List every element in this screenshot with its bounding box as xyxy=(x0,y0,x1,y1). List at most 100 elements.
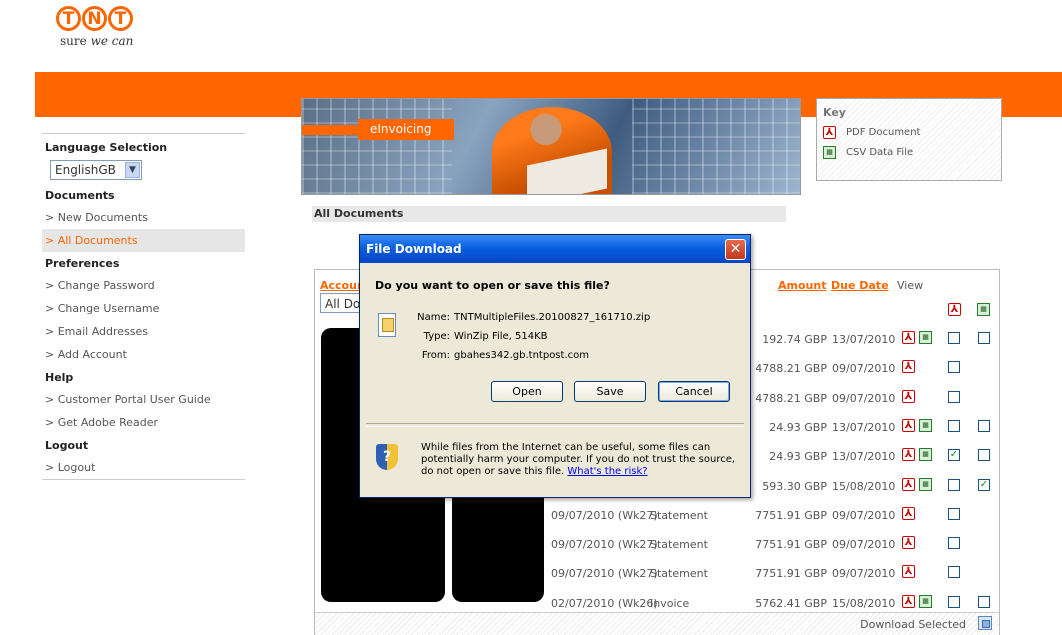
section-heading-help: Help xyxy=(45,371,74,384)
csv-icon[interactable]: ▦ xyxy=(919,331,932,344)
shield-icon: ? xyxy=(376,444,398,470)
row-due-date: 09/07/2010 xyxy=(832,508,896,522)
pdf-icon[interactable]: ⅄ xyxy=(902,565,915,579)
tnt-logo: T N T sure we can xyxy=(56,6,152,62)
dialog-titlebar[interactable]: File Download ✕ xyxy=(360,235,750,263)
row-amount: 7751.91 GBP xyxy=(755,508,827,522)
table-row: 09/07/2010 (Wk27) Statement 7751.91 GBP 09/… xyxy=(315,559,999,588)
file-type-value: WinZip File, 514KB xyxy=(454,331,548,342)
logo-letter-t1: T xyxy=(56,6,81,31)
pdf-icon[interactable]: ⅄ xyxy=(902,506,915,520)
row-date: 09/07/2010 (Wk27) xyxy=(551,538,658,552)
pdf-select-checkbox[interactable] xyxy=(948,566,960,579)
download-selected-button[interactable]: Download Selected xyxy=(860,618,966,631)
pdf-select-checkbox[interactable] xyxy=(948,537,960,550)
dialog-title: File Download xyxy=(366,242,462,256)
sidebar: Language Selection EnglishGB ▼ Documents… xyxy=(42,133,245,480)
save-button[interactable]: Save xyxy=(574,381,646,402)
sidebar-divider-bottom xyxy=(42,479,245,480)
row-due-date: 13/07/2010 xyxy=(832,450,896,464)
tagline-prefix: sure xyxy=(60,34,87,48)
section-heading-documents: Documents xyxy=(45,189,115,202)
einvoicing-banner: eInvoicing xyxy=(301,98,801,195)
file-name-value: TNTMultipleFiles.20100827_161710.zip xyxy=(454,312,651,323)
csv-icon: ▦ xyxy=(823,146,836,159)
csv-icon[interactable]: ▦ xyxy=(919,594,932,608)
csv-select-all-icon[interactable]: ▦ xyxy=(977,303,990,316)
pdf-icon[interactable]: ⅄ xyxy=(902,418,915,432)
pdf-icon[interactable]: ⅄ xyxy=(902,389,915,403)
pdf-icon[interactable]: ⅄ xyxy=(902,594,915,608)
key-pdf-label: PDF Document xyxy=(846,127,921,138)
csv-select-checkbox[interactable] xyxy=(978,449,990,462)
pdf-icon[interactable]: ⅄ xyxy=(902,360,915,374)
file-source-row: From: gbahes342.gb.tntpost.com xyxy=(408,350,589,361)
file-name-label: Name: xyxy=(417,312,450,323)
pdf-icon[interactable]: ⅄ xyxy=(902,536,915,550)
amount-column-header[interactable]: Amount xyxy=(778,279,826,292)
pdf-icon: ⅄ xyxy=(823,126,836,139)
sidebar-item-all-documents[interactable]: > All Documents xyxy=(42,229,245,252)
csv-icon[interactable]: ▦ xyxy=(919,477,932,491)
csv-select-checkbox[interactable]: ✓ xyxy=(978,478,990,491)
csv-select-checkbox[interactable] xyxy=(978,332,990,344)
file-type-row: Type: WinZip File, 514KB xyxy=(408,331,548,342)
row-due-date: 09/07/2010 xyxy=(832,362,896,376)
chevron-down-icon[interactable]: ▼ xyxy=(125,162,140,178)
pdf-select-checkbox[interactable] xyxy=(948,361,960,374)
sidebar-item-logout[interactable]: > Logout xyxy=(42,456,245,479)
csv-icon[interactable]: ▦ xyxy=(919,418,932,432)
pdf-select-checkbox[interactable] xyxy=(948,507,960,520)
banner-building-left xyxy=(302,99,452,194)
cancel-button[interactable]: Cancel xyxy=(658,381,730,402)
key-row-pdf: ⅄ PDF Document xyxy=(817,119,1001,139)
sidebar-item-new-documents[interactable]: > New Documents xyxy=(42,206,245,229)
row-due-date: 13/07/2010 xyxy=(832,420,896,434)
row-date: 09/07/2010 (Wk27) xyxy=(551,508,658,522)
language-select-value: EnglishGB xyxy=(55,163,116,177)
zip-file-icon xyxy=(378,313,396,337)
csv-select-checkbox[interactable] xyxy=(978,419,990,432)
pdf-select-checkbox[interactable] xyxy=(948,332,960,344)
due-date-column-header[interactable]: Due Date xyxy=(831,279,889,292)
pdf-select-checkbox[interactable] xyxy=(948,478,960,491)
sidebar-item-adobe-reader[interactable]: > Get Adobe Reader xyxy=(42,411,245,434)
open-button[interactable]: Open xyxy=(491,381,563,402)
file-source-value: gbahes342.gb.tntpost.com xyxy=(454,350,589,361)
row-due-date: 09/07/2010 xyxy=(832,567,896,581)
pdf-icon[interactable]: ⅄ xyxy=(902,477,915,491)
row-amount: 7751.91 GBP xyxy=(755,538,827,552)
tagline-italic: we can xyxy=(90,34,134,48)
dialog-question: Do you want to open or save this file? xyxy=(375,279,610,292)
csv-icon[interactable]: ▦ xyxy=(919,448,932,462)
pdf-select-checkbox[interactable] xyxy=(948,419,960,432)
section-heading-preferences: Preferences xyxy=(45,257,120,270)
sidebar-item-change-password[interactable]: > Change Password xyxy=(42,274,245,297)
download-icon[interactable] xyxy=(978,616,992,630)
dialog-separator xyxy=(366,423,744,427)
pdf-icon[interactable]: ⅄ xyxy=(902,331,915,344)
sidebar-item-email-addresses[interactable]: > Email Addresses xyxy=(42,320,245,343)
pdf-select-checkbox[interactable]: ✓ xyxy=(948,449,960,462)
sidebar-item-change-username[interactable]: > Change Username xyxy=(42,297,245,320)
row-amount: 7751.91 GBP xyxy=(755,567,827,581)
sidebar-item-add-account[interactable]: > Add Account xyxy=(42,343,245,366)
pdf-select-all-icon[interactable]: ⅄ xyxy=(948,303,961,316)
row-due-date: 13/07/2010 xyxy=(832,333,896,346)
whats-the-risk-link[interactable]: What's the risk? xyxy=(567,466,647,477)
close-icon[interactable]: ✕ xyxy=(725,239,746,260)
key-panel: Key ⅄ PDF Document ▦ CSV Data File xyxy=(816,98,1002,181)
key-row-csv: ▦ CSV Data File xyxy=(817,139,1001,159)
pdf-select-checkbox[interactable] xyxy=(948,390,960,403)
sidebar-item-user-guide[interactable]: > Customer Portal User Guide xyxy=(42,388,245,411)
key-title: Key xyxy=(823,106,846,119)
table-footer: Download Selected xyxy=(315,612,999,635)
logo-tagline: sure we can xyxy=(60,34,152,48)
table-row: 09/07/2010 (Wk27) Statement 7751.91 GBP 09/… xyxy=(315,530,999,559)
language-heading: Language Selection xyxy=(45,141,168,154)
language-select[interactable]: EnglishGB ▼ xyxy=(50,160,142,180)
pdf-icon[interactable]: ⅄ xyxy=(902,448,915,462)
security-warning: While files from the Internet can be use… xyxy=(421,442,741,478)
csv-select-checkbox[interactable] xyxy=(978,595,990,608)
pdf-select-checkbox[interactable] xyxy=(948,595,960,608)
